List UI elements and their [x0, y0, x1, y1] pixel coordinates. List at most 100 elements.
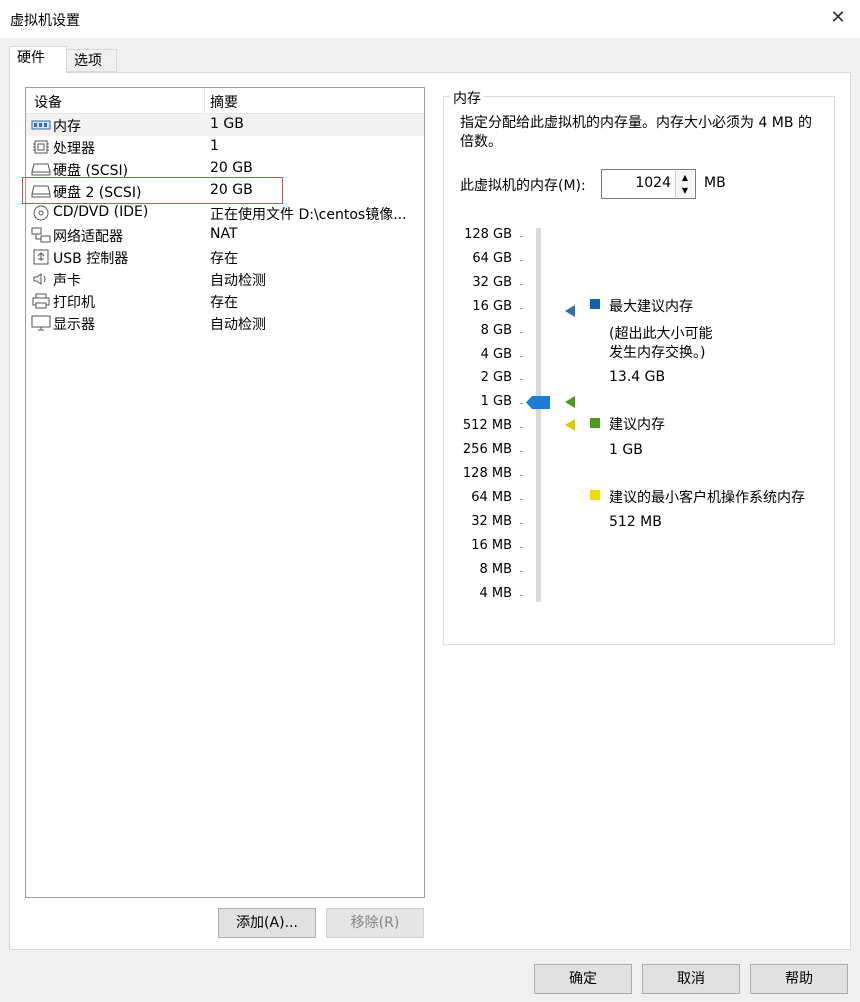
max-legend-swatch	[590, 299, 600, 309]
network-adapter-icon	[31, 227, 51, 243]
memory-spinbox[interactable]: 1024 ▲ ▼	[601, 169, 696, 199]
speaker-icon	[33, 273, 46, 285]
scale-tick-mark	[520, 259, 523, 261]
device-list-header: 设备 摘要	[26, 88, 424, 114]
scale-tick-label: 8 GB	[480, 322, 512, 338]
help-button[interactable]: 帮助	[750, 964, 848, 994]
scale-tick-mark	[520, 546, 523, 548]
memory-value-input[interactable]: 1024	[635, 175, 671, 191]
cancel-button[interactable]: 取消	[642, 964, 740, 994]
device-row-memory[interactable]: 内存 1 GB	[26, 114, 424, 136]
scale-tick-mark	[520, 307, 523, 309]
max-memory-marker	[565, 305, 575, 317]
device-row-display[interactable]: 显示器 自动检测	[26, 312, 424, 334]
title-bar: 虚拟机设置 ✕	[0, 0, 860, 38]
minimum-legend-value: 512 MB	[609, 514, 662, 530]
scale-tick-mark	[520, 451, 523, 453]
scale-tick-label: 256 MB	[462, 442, 512, 458]
scale-tick-label: 1 GB	[480, 394, 512, 410]
scale-tick-label: 32 GB	[472, 274, 512, 290]
usb-icon	[33, 249, 49, 265]
device-row-printer[interactable]: 打印机 存在	[26, 290, 424, 312]
device-row-sound-card[interactable]: 声卡 自动检测	[26, 268, 424, 290]
scale-tick-label: 4 MB	[479, 585, 512, 601]
device-row-network-adapter[interactable]: 网络适配器 NAT	[26, 224, 424, 246]
device-name: 处理器	[53, 141, 95, 157]
remove-device-button[interactable]: 移除(R)	[326, 908, 424, 938]
ok-button[interactable]: 确定	[534, 964, 632, 994]
hard-disk-icon	[31, 163, 51, 176]
minimum-legend-swatch	[590, 490, 600, 500]
device-name: 网络适配器	[53, 229, 123, 245]
memory-slider-track[interactable]	[536, 228, 541, 602]
max-legend-label: 最大建议内存	[609, 299, 693, 315]
scale-tick-mark	[520, 355, 523, 357]
scale-tick-label: 32 MB	[471, 513, 512, 529]
scale-tick-label: 16 GB	[472, 298, 512, 314]
scale-tick-mark	[520, 498, 523, 500]
scale-tick-label: 4 GB	[480, 346, 512, 362]
device-summary: NAT	[210, 226, 238, 242]
recommended-legend-swatch	[590, 418, 600, 428]
device-summary: 存在	[210, 295, 238, 311]
scale-tick-mark	[520, 522, 523, 524]
close-icon[interactable]: ✕	[826, 6, 850, 30]
tab-hardware[interactable]: 硬件	[9, 46, 67, 73]
scale-tick-label: 2 GB	[480, 370, 512, 386]
recommended-memory-marker	[565, 396, 575, 408]
device-summary: 自动检测	[210, 273, 266, 289]
scale-tick-mark	[520, 475, 523, 476]
device-name: CD/DVD (IDE)	[53, 204, 149, 220]
scale-tick-mark	[520, 594, 523, 596]
spin-up-icon[interactable]: ▲	[675, 171, 694, 184]
memory-field-label: 此虚拟机的内存(M):	[460, 178, 586, 194]
scale-tick-mark	[520, 403, 523, 405]
selection-highlight-box	[22, 177, 283, 204]
scale-tick-label: 64 MB	[471, 489, 512, 505]
scale-tick-label: 512 MB	[462, 418, 512, 434]
scale-tick-mark	[520, 331, 523, 333]
device-list: 设备 摘要 内存 1 GB 处理器 1 硬盘 (SCSI) 20 GB 硬盘 2…	[25, 87, 425, 898]
spin-down-icon[interactable]: ▼	[675, 184, 694, 197]
scale-tick-label: 16 MB	[471, 537, 512, 553]
device-name: 声卡	[53, 273, 81, 289]
recommended-legend-label: 建议内存	[609, 417, 665, 433]
device-row-usb-controller[interactable]: USB 控制器 存在	[26, 246, 424, 268]
device-summary: 1	[210, 138, 219, 154]
tab-options[interactable]: 选项	[66, 49, 117, 72]
display-icon	[31, 315, 51, 331]
scale-tick-label: 64 GB	[472, 250, 512, 266]
add-device-button[interactable]: 添加(A)...	[218, 908, 316, 938]
scale-tick-mark	[520, 236, 523, 237]
memory-slider-thumb[interactable]	[526, 396, 550, 409]
recommended-legend-value: 1 GB	[609, 442, 643, 458]
device-row-processor[interactable]: 处理器 1	[26, 136, 424, 158]
max-legend-note-1: (超出此大小可能	[609, 326, 713, 342]
device-name: 内存	[53, 119, 81, 135]
column-separator	[204, 88, 205, 113]
column-header-summary[interactable]: 摘要	[210, 92, 238, 112]
printer-icon	[32, 293, 50, 309]
max-legend-note-2: 发生内存交换。)	[609, 345, 706, 361]
minimum-legend-label: 建议的最小客户机操作系统内存	[609, 490, 805, 506]
minimum-memory-marker	[565, 419, 575, 431]
cd-dvd-icon	[33, 205, 49, 221]
max-legend-value: 13.4 GB	[609, 369, 666, 385]
scale-tick-mark	[520, 283, 523, 285]
memory-unit: MB	[704, 175, 726, 191]
memory-group-title: 内存	[450, 88, 484, 108]
device-summary: 自动检测	[210, 317, 266, 333]
scale-tick-mark	[520, 379, 523, 381]
device-name: USB 控制器	[53, 251, 129, 267]
scale-tick-label: 8 MB	[479, 561, 512, 577]
device-name: 打印机	[53, 295, 95, 311]
device-row-cd-dvd[interactable]: CD/DVD (IDE) 正在使用文件 D:\centos镜像...	[26, 202, 424, 224]
column-header-device[interactable]: 设备	[34, 92, 62, 112]
scale-tick-mark	[520, 570, 523, 572]
device-summary: 存在	[210, 251, 238, 267]
device-summary: 正在使用文件 D:\centos镜像...	[210, 207, 407, 223]
window-title: 虚拟机设置	[10, 13, 80, 29]
scale-tick-label: 128 GB	[464, 227, 512, 242]
memory-description: 指定分配给此虚拟机的内存量。内存大小必须为 4 MB 的倍数。	[460, 115, 812, 150]
scale-tick-label: 128 MB	[462, 466, 512, 481]
